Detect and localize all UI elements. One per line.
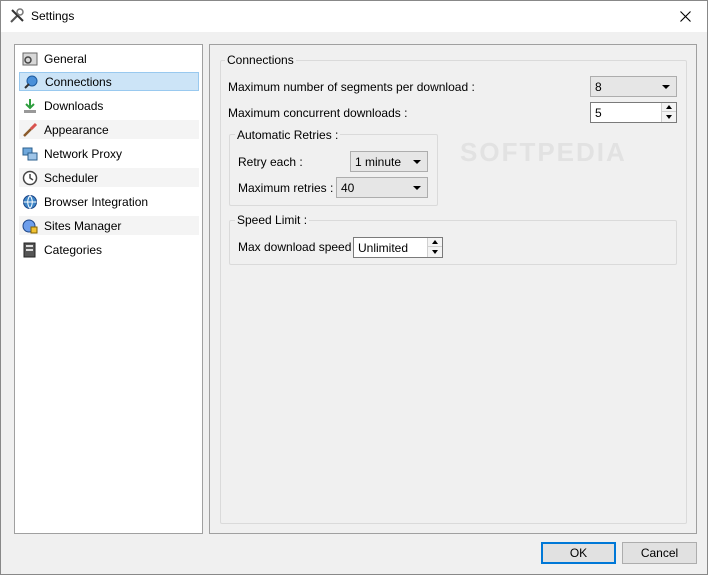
window-title: Settings [31,9,75,23]
max-segments-dropdown[interactable]: 8 [590,76,677,97]
sidebar-item-categories[interactable]: Categories [19,240,199,259]
sidebar-item-label: Connections [45,74,112,89]
close-button[interactable] [663,1,707,32]
sidebar-item-connections[interactable]: Connections [19,72,199,91]
scheduler-icon [22,170,38,185]
sidebar-item-downloads[interactable]: Downloads [19,96,199,115]
settings-panel: SOFTPEDIA Connections Maximum number of … [209,44,697,534]
max-segments-label: Maximum number of segments per download … [228,80,475,94]
sidebar-item-appearance[interactable]: Appearance [19,120,199,139]
chevron-down-icon [413,160,421,164]
sidebar-item-label: Downloads [44,98,104,113]
sidebar-item-label: Scheduler [44,170,99,185]
sidebar-item-general[interactable]: General [19,49,199,68]
chevron-down-icon [413,186,421,190]
sidebar-item-scheduler[interactable]: Scheduler [19,168,199,187]
ok-button[interactable]: OK [541,542,616,564]
retry-each-value: 1 minute [355,154,402,169]
sites-manager-icon [22,219,38,233]
connections-group-title: Connections [225,53,296,67]
title-bar: Settings [1,1,707,32]
appearance-icon [23,122,38,137]
sidebar-item-label: General [44,51,87,66]
max-speed-spinbox[interactable]: Unlimited [353,237,443,258]
max-segments-value: 8 [595,79,602,94]
max-speed-value: Unlimited [358,240,409,255]
max-retries-value: 40 [341,180,355,195]
sidebar-item-network-proxy[interactable]: Network Proxy [19,144,199,163]
automatic-retries-title: Automatic Retries : [235,128,341,142]
sidebar-item-label: Browser Integration [44,194,149,209]
sidebar-item-label: Network Proxy [44,146,123,161]
max-concurrent-label: Maximum concurrent downloads : [228,106,408,120]
spin-up-button[interactable] [662,103,676,112]
spin-down-button[interactable] [428,247,442,256]
close-icon [679,11,691,22]
tools-icon [10,8,24,23]
max-concurrent-spinbox[interactable]: 5 [590,102,677,123]
arrow-up-icon [666,105,672,109]
max-concurrent-value: 5 [595,105,602,120]
spin-buttons [661,103,676,122]
retry-each-dropdown[interactable]: 1 minute [350,151,428,172]
arrow-down-icon [432,249,438,254]
sidebar-item-label: Categories [44,242,103,257]
network-proxy-icon [22,147,38,160]
spin-buttons [427,238,442,257]
chevron-down-icon [662,85,670,89]
spin-up-button[interactable] [428,238,442,247]
max-speed-label: Max download speed : [238,240,359,254]
retry-each-label: Retry each : [238,155,303,169]
settings-sidebar: General Connections Downloads Appearance [14,44,203,534]
downloads-icon [24,98,36,113]
sidebar-item-label: Appearance [44,122,109,137]
general-icon [22,52,38,65]
categories-icon [23,242,36,257]
spin-down-button[interactable] [662,112,676,121]
sidebar-item-sites-manager[interactable]: Sites Manager [19,216,199,235]
settings-window: Settings General Connections Downloads A… [0,0,708,575]
sidebar-item-browser-integration[interactable]: Browser Integration [19,192,199,211]
cancel-button[interactable]: Cancel [622,542,697,564]
speed-limit-title: Speed Limit : [235,213,310,227]
arrow-up-icon [432,240,438,244]
max-retries-label: Maximum retries : [238,181,334,195]
browser-integration-icon [23,194,37,209]
connections-icon [24,75,38,89]
sidebar-item-label: Sites Manager [44,218,122,233]
arrow-down-icon [666,114,672,119]
max-retries-dropdown[interactable]: 40 [336,177,428,198]
